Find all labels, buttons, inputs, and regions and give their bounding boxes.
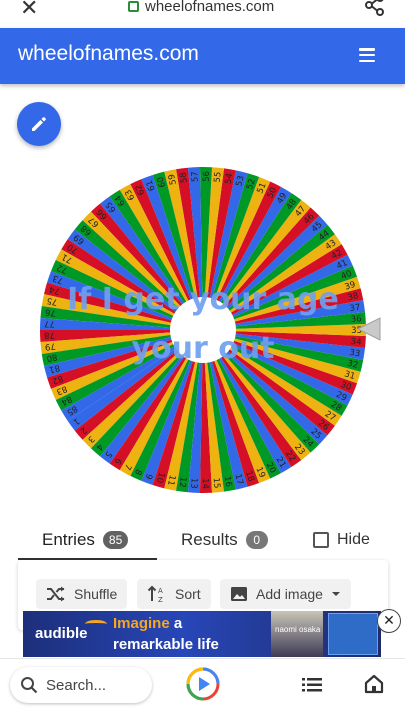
- screen: ✕ wheelofnames.com wheelofnames.com 123: [0, 0, 405, 720]
- wheel-segment-label: 75: [46, 295, 58, 307]
- shuffle-label: Shuffle: [74, 586, 118, 602]
- edit-button[interactable]: [17, 102, 61, 146]
- bottom-nav: Search...: [0, 658, 405, 720]
- ad-banner[interactable]: audible Imagine a remarkable life naomi …: [23, 611, 381, 657]
- wheel-graphic[interactable]: 12345678 9 1011 12 13 14 15 16 17181920212223242…: [36, 163, 370, 497]
- lock-icon: [128, 1, 139, 12]
- audible-logo-icon: [85, 620, 107, 628]
- ad-subline: remarkable life: [113, 636, 219, 653]
- search-input[interactable]: Search...: [10, 667, 152, 703]
- app-header: wheelofnames.com: [0, 28, 405, 84]
- add-image-button[interactable]: Add image: [220, 579, 351, 609]
- wheel-segment-label: 78: [44, 329, 55, 339]
- home-icon[interactable]: [364, 674, 384, 694]
- wheel-pointer-icon: [356, 317, 381, 341]
- wheel-segment-label: 54: [224, 173, 236, 185]
- tabs-list-icon[interactable]: [302, 678, 322, 692]
- play-icon[interactable]: [186, 667, 220, 701]
- browser-url-bar: ✕ wheelofnames.com: [0, 0, 405, 28]
- wheel-segment-label: 14: [200, 478, 210, 489]
- svg-text:A: A: [158, 587, 163, 595]
- hide-checkbox[interactable]: [313, 532, 329, 548]
- wheel-overlay-line1: If I get your age: [67, 282, 339, 317]
- wheel-segment-label: 16: [222, 475, 234, 487]
- close-tab-icon[interactable]: ✕: [20, 0, 38, 21]
- wheel-segment-label: 33: [349, 348, 361, 359]
- search-icon: [21, 677, 38, 694]
- hide-toggle[interactable]: Hide: [313, 520, 370, 560]
- shuffle-icon: [47, 586, 65, 602]
- add-image-label: Add image: [256, 586, 323, 602]
- menu-icon[interactable]: [359, 48, 375, 62]
- ad-headline: Imagine a: [113, 615, 183, 632]
- hide-label: Hide: [337, 531, 370, 548]
- url-field[interactable]: wheelofnames.com: [128, 0, 274, 15]
- wheel-segment-label: 55: [213, 171, 224, 183]
- shuffle-button[interactable]: Shuffle: [36, 579, 128, 609]
- image-icon: [231, 587, 247, 601]
- tab-results[interactable]: Results 0: [181, 520, 268, 560]
- sort-label: Sort: [175, 586, 201, 602]
- wheel-segment-label: 58: [179, 172, 190, 184]
- wheel-segment-label: 15: [211, 477, 222, 489]
- ad-person-name: naomi osaka: [275, 625, 321, 634]
- wheel-segment-label: 77: [44, 318, 55, 328]
- wheel-segment-label: 76: [45, 306, 57, 317]
- entries-count-badge: 85: [102, 531, 129, 549]
- share-icon[interactable]: [365, 0, 385, 16]
- wheel-segment-label: 11: [165, 474, 177, 487]
- ad-close-button[interactable]: ✕: [377, 609, 401, 633]
- results-count-badge: 0: [245, 531, 268, 549]
- wheel-segment-label: 80: [46, 351, 58, 363]
- wheel-segment-label: 56: [202, 171, 212, 182]
- tab-entries-label: Entries: [42, 530, 95, 549]
- ad-book-cover: [328, 613, 378, 655]
- wheel-segment-label: 57: [190, 171, 201, 182]
- wheel-overlay-line2: your out: [131, 331, 274, 366]
- pencil-icon: [32, 117, 46, 131]
- sort-button[interactable]: A Z Sort: [137, 579, 211, 609]
- wheel-segment-label: 13: [188, 478, 199, 489]
- wheel[interactable]: 1 2 3 4 5 6 7 8 9 10 11 12 13 14 15 16 17 18 19 20 21 22 23 24 2…: [36, 163, 370, 497]
- wheel-segment-label: 37: [349, 303, 361, 314]
- url-text: wheelofnames.com: [145, 0, 275, 15]
- caret-down-icon: [331, 592, 340, 596]
- sort-icon: A Z: [147, 585, 163, 603]
- wheel-segment-label: 12: [177, 476, 188, 488]
- search-placeholder: Search...: [46, 676, 107, 694]
- wheel-segment-label: 59: [167, 173, 179, 186]
- wheel-segment-label: 79: [44, 340, 56, 351]
- tab-results-label: Results: [181, 530, 238, 549]
- svg-text:Z: Z: [158, 596, 163, 603]
- ad-photo: [271, 611, 323, 657]
- app-title[interactable]: wheelofnames.com: [18, 42, 199, 66]
- tab-entries[interactable]: Entries 85: [42, 520, 129, 560]
- ad-brand: audible: [35, 625, 88, 642]
- entries-results-tabs: Entries 85 Results 0 Hide: [18, 520, 388, 560]
